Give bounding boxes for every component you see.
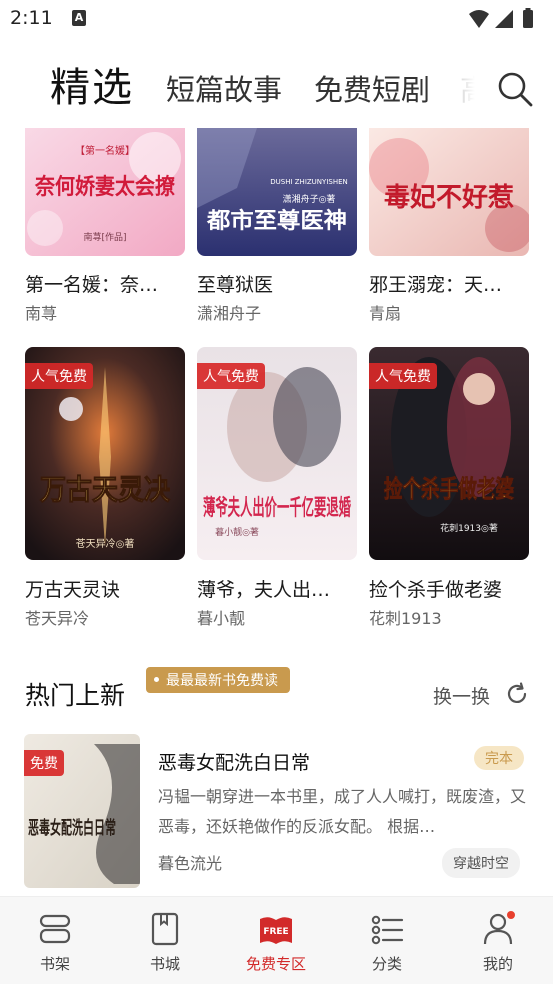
refresh-button[interactable]: 换一换 — [433, 682, 490, 709]
book-title[interactable]: 捡个杀手做老婆 — [369, 575, 539, 602]
popular-free-badge: 人气免费 — [197, 363, 265, 389]
nav-bookshelf[interactable]: 书架 — [0, 897, 110, 984]
cover-sub-text: 【第一名媛】 — [75, 144, 135, 157]
nav-label: 书城 — [149, 955, 180, 973]
wifi-icon — [469, 10, 489, 28]
signal-icon — [495, 10, 513, 28]
tab-fade — [430, 60, 486, 110]
book-author: 苍天异冷 — [25, 609, 90, 628]
bottom-nav: 书架 书城 FREE 免费专区 分类 我的 — [0, 896, 553, 984]
book-author: 潇湘舟子 — [197, 304, 262, 323]
search-icon[interactable] — [496, 70, 534, 108]
cover-credit-text: 花刺1913◎著 — [440, 522, 498, 534]
tab-featured[interactable]: 精选 — [50, 55, 134, 113]
cover-title-text: 毒妃不好惹 — [384, 182, 514, 213]
cover-credit-text: 暮小靓◎著 — [215, 526, 259, 538]
book-cover[interactable]: 【第一名媛】 奈何娇妻太会撩 南荨[作品] — [25, 128, 185, 256]
book-card[interactable]: 【第一名媛】 奈何娇妻太会撩 南荨[作品] 第一名媛：奈… 南荨 — [25, 128, 185, 328]
book-grid-row-2: 万古天灵决 苍天异冷◎著 人气免费 万古天灵诀 苍天异冷 薄爷夫人出价一千亿要退… — [0, 347, 553, 632]
nav-label: 免费专区 — [245, 955, 306, 973]
book-card[interactable]: 万古天灵决 苍天异冷◎著 人气免费 万古天灵诀 苍天异冷 — [25, 347, 185, 632]
book-card[interactable]: DUSHI ZHIZUNYISHEN 都市至尊医神 潇湘舟子◎著 至尊狱医 潇湘… — [197, 128, 357, 328]
book-cover[interactable]: 薄爷夫人出价一千亿要退婚 暮小靓◎著 人气免费 — [197, 347, 357, 560]
status-time: 2:11 — [10, 7, 53, 29]
nav-label: 我的 — [482, 955, 513, 973]
battery-icon — [523, 10, 533, 28]
top-nav: 精选 短篇故事 免费短剧 高 — [0, 40, 553, 128]
book-cover[interactable]: 捡个杀手做老婆 花刺1913◎著 人气免费 — [369, 347, 529, 560]
tag-dot-icon — [154, 677, 159, 682]
book-title[interactable]: 恶毒女配洗白日常 — [158, 748, 310, 775]
cover-title-text: 万古天灵决 — [40, 473, 170, 506]
tab-free-short-drama[interactable]: 免费短剧 — [314, 67, 430, 109]
nav-free-zone[interactable]: FREE 免费专区 — [221, 897, 331, 984]
tab-short-stories[interactable]: 短篇故事 — [166, 67, 282, 109]
bookshelf-icon — [39, 914, 71, 944]
book-title[interactable]: 至尊狱医 — [197, 270, 367, 297]
book-cover[interactable]: 恶毒女配洗白日常 免费 — [24, 734, 140, 888]
free-zone-icon: FREE — [260, 917, 292, 944]
book-title[interactable]: 万古天灵诀 — [25, 575, 195, 602]
nav-bookstore[interactable]: 书城 — [110, 897, 220, 984]
cover-credit-text: 潇湘舟子◎著 — [283, 193, 336, 205]
nav-category[interactable]: 分类 — [332, 897, 442, 984]
book-author: 南荨 — [25, 304, 58, 323]
nav-label: 书架 — [39, 955, 70, 973]
notification-a-icon: A — [72, 10, 86, 26]
book-card[interactable]: 薄爷夫人出价一千亿要退婚 暮小靓◎著 人气免费 薄爷，夫人出… 暮小靓 — [197, 347, 357, 632]
book-icon — [151, 912, 179, 946]
status-icons — [469, 8, 533, 28]
book-cover[interactable]: DUSHI ZHIZUNYISHEN 都市至尊医神 潇湘舟子◎著 — [197, 128, 357, 256]
nav-label: 分类 — [371, 955, 402, 973]
cover-title-text: 都市至尊医神 — [206, 208, 347, 234]
free-icon-text: FREE — [263, 927, 288, 937]
book-title[interactable]: 邪王溺宠：天… — [369, 270, 539, 297]
refresh-icon[interactable] — [505, 682, 529, 706]
book-author: 暮小靓 — [197, 609, 246, 628]
book-author: 花刺1913 — [369, 609, 442, 628]
promo-tag-label: 最最最新书免费读 — [166, 673, 278, 689]
book-title[interactable]: 薄爷，夫人出… — [197, 575, 367, 602]
notification-dot-icon — [507, 911, 515, 919]
genre-tag[interactable]: 穿越时空 — [442, 848, 520, 878]
cover-credit-text: 南荨[作品] — [83, 231, 126, 243]
category-list-icon — [371, 915, 404, 945]
cover-title-text: 恶毒女配洗白日常 — [28, 817, 116, 839]
book-title[interactable]: 第一名媛：奈… — [25, 270, 195, 297]
cover-title-text: 奈何娇妻太会撩 — [34, 174, 176, 200]
popular-free-badge: 人气免费 — [25, 363, 93, 389]
book-author: 暮色流光 — [158, 854, 223, 873]
promo-tag: 最最最新书免费读 — [146, 667, 290, 693]
book-author: 青扇 — [369, 304, 402, 323]
hot-book-item[interactable]: 恶毒女配洗白日常 免费 恶毒女配洗白日常 完本 冯韫一朝穿进一本书里，成了人人喊… — [0, 734, 553, 894]
cover-sub-text: DUSHI ZHIZUNYISHEN — [270, 178, 348, 186]
section-title: 热门上新 — [25, 681, 126, 710]
cover-title-text: 捡个杀手做老婆 — [384, 475, 514, 503]
cover-title-text: 薄爷夫人出价一千亿要退婚 — [203, 495, 351, 521]
cover-credit-text: 苍天异冷◎著 — [76, 537, 135, 550]
book-cover[interactable]: 毒妃不好惹 — [369, 128, 529, 256]
hot-new-header: 热门上新 最最最新书免费读 换一换 — [0, 660, 553, 720]
book-grid-row-1: 【第一名媛】 奈何娇妻太会撩 南荨[作品] 第一名媛：奈… 南荨 DUSHI Z… — [0, 128, 553, 328]
book-description: 冯韫一朝穿进一本书里，成了人人喊打，既废渣，又恶毒，还妖艳做作的反派女配。 根据… — [158, 787, 527, 836]
book-card[interactable]: 捡个杀手做老婆 花刺1913◎著 人气免费 捡个杀手做老婆 花刺1913 — [369, 347, 529, 632]
nav-profile[interactable]: 我的 — [443, 897, 553, 984]
completed-badge: 完本 — [474, 746, 524, 770]
profile-icon — [483, 911, 515, 945]
book-card[interactable]: 毒妃不好惹 邪王溺宠：天… 青扇 — [369, 128, 529, 328]
free-badge: 免费 — [24, 750, 64, 776]
popular-free-badge: 人气免费 — [369, 363, 437, 389]
status-bar: 2:11 A — [0, 0, 553, 40]
book-cover[interactable]: 万古天灵决 苍天异冷◎著 人气免费 — [25, 347, 185, 560]
